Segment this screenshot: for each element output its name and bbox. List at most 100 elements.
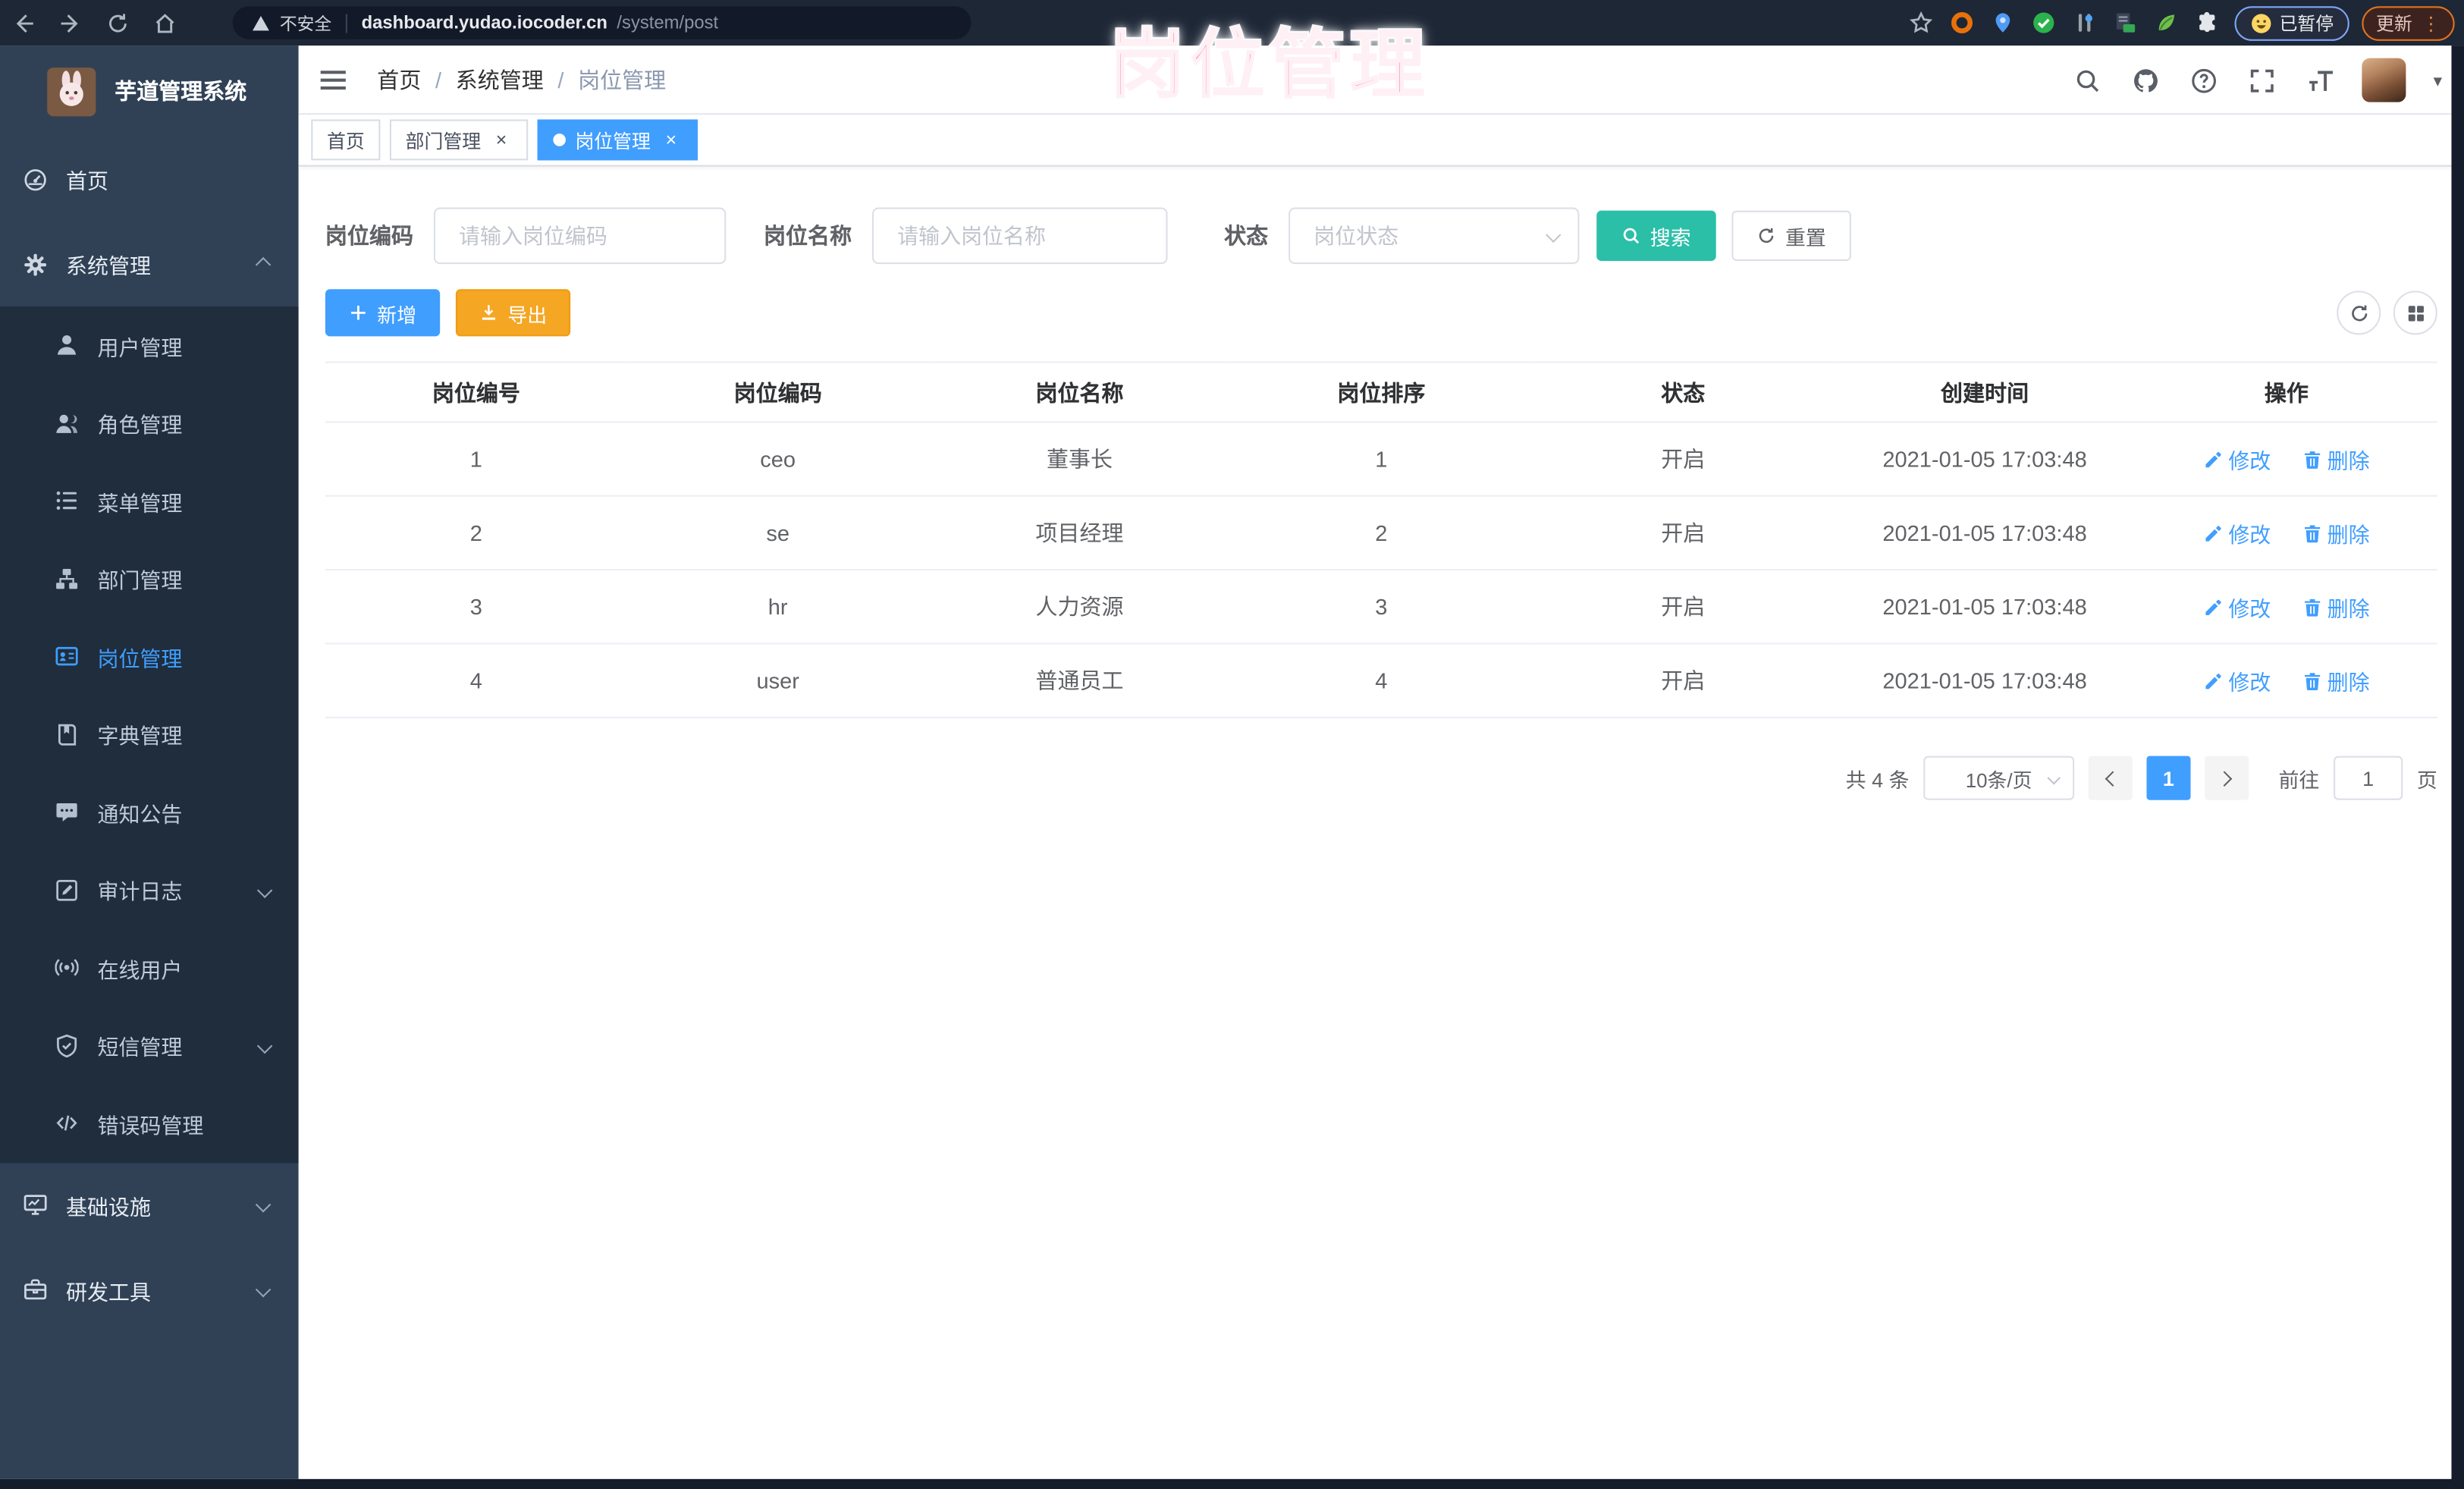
extension-sliders-icon[interactable] bbox=[2070, 8, 2098, 36]
sidebar-item-notice-mgmt[interactable]: 通知公告 bbox=[0, 773, 299, 851]
edit-label: 修改 bbox=[2228, 671, 2271, 695]
export-button[interactable]: 导出 bbox=[455, 289, 571, 337]
edit-link[interactable]: 修改 bbox=[2203, 443, 2271, 474]
goto-page-input[interactable] bbox=[2334, 755, 2403, 800]
col-post-sort: 岗位排序 bbox=[1230, 362, 1533, 423]
close-icon[interactable]: × bbox=[491, 129, 513, 151]
delete-link[interactable]: 删除 bbox=[2302, 664, 2370, 696]
extensions-puzzle-icon[interactable] bbox=[2193, 8, 2221, 36]
tab-dept-mgmt[interactable]: 部门管理 × bbox=[389, 119, 529, 161]
sidebar-item-audit-log[interactable]: 审计日志 bbox=[0, 851, 299, 929]
search-icon bbox=[1623, 228, 1640, 244]
delete-link[interactable]: 删除 bbox=[2302, 443, 2370, 474]
delete-link[interactable]: 删除 bbox=[2302, 591, 2370, 622]
sidebar-item-dict-mgmt[interactable]: 字典管理 bbox=[0, 696, 299, 774]
pagination: 共 4 条 10条/页 1 前往 页 bbox=[325, 755, 2437, 800]
browser-forward-icon[interactable] bbox=[47, 0, 94, 46]
post-table: 岗位编号 岗位编码 岗位名称 岗位排序 状态 创建时间 操作 1 ceo 董事长… bbox=[325, 361, 2437, 718]
sidebar-item-online-users[interactable]: 在线用户 bbox=[0, 929, 299, 1007]
sidebar-item-menu-mgmt[interactable]: 菜单管理 bbox=[0, 462, 299, 540]
sidebar-item-label: 字典管理 bbox=[97, 724, 183, 749]
page-size-select[interactable]: 10条/页 bbox=[1923, 755, 2075, 800]
sidebar-item-post-mgmt[interactable]: 岗位管理 bbox=[0, 617, 299, 696]
sidebar-item-label: 角色管理 bbox=[97, 413, 183, 438]
app-logo[interactable]: 芋道管理系统 bbox=[0, 46, 299, 137]
next-page-button[interactable] bbox=[2205, 755, 2249, 800]
sidebar-toggle-icon[interactable] bbox=[299, 45, 368, 114]
delete-link[interactable]: 删除 bbox=[2302, 517, 2370, 548]
table-header-row: 岗位编号 岗位编码 岗位名称 岗位排序 状态 创建时间 操作 bbox=[325, 362, 2437, 423]
sidebar-item-dev-tools[interactable]: 研发工具 bbox=[0, 1247, 299, 1332]
tab-post-mgmt[interactable]: 岗位管理 × bbox=[537, 119, 698, 161]
edit-link[interactable]: 修改 bbox=[2203, 591, 2271, 622]
user-avatar[interactable] bbox=[2362, 58, 2407, 102]
sidebar-item-infra[interactable]: 基础设施 bbox=[0, 1162, 299, 1247]
paused-badge[interactable]: 已暂停 bbox=[2233, 5, 2349, 40]
table-row: 4 user 普通员工 4 开启 2021-01-05 17:03:48 修改 … bbox=[325, 643, 2437, 718]
browser-home-icon[interactable] bbox=[141, 0, 188, 46]
sidebar-item-user-mgmt[interactable]: 用户管理 bbox=[0, 306, 299, 385]
security-label: 不安全 bbox=[279, 14, 332, 34]
browser-menu-icon[interactable]: ⋮ bbox=[2422, 12, 2440, 34]
sidebar-item-dept-mgmt[interactable]: 部门管理 bbox=[0, 540, 299, 618]
search-button[interactable]: 搜索 bbox=[1596, 210, 1716, 261]
extension-pin-icon[interactable] bbox=[1988, 8, 2017, 36]
extension-leaf-icon[interactable] bbox=[2152, 8, 2180, 36]
sidebar-item-error-code[interactable]: 错误码管理 bbox=[0, 1085, 299, 1163]
status-select-input[interactable] bbox=[1288, 207, 1580, 265]
extension-check-icon[interactable] bbox=[2029, 8, 2058, 36]
browser-back-icon[interactable] bbox=[0, 0, 47, 46]
edit-link[interactable]: 修改 bbox=[2203, 664, 2271, 696]
edit-label: 修改 bbox=[2228, 597, 2271, 621]
help-icon[interactable] bbox=[2188, 64, 2219, 96]
caret-down-icon[interactable]: ▾ bbox=[2434, 70, 2442, 90]
sidebar-item-label: 首页 bbox=[66, 169, 108, 193]
github-icon[interactable] bbox=[2130, 64, 2161, 96]
cell-actions: 修改 删除 bbox=[2135, 570, 2437, 645]
extension-gtm-icon[interactable] bbox=[2111, 8, 2139, 36]
filter-name-input[interactable] bbox=[872, 207, 1168, 265]
sidebar-item-role-mgmt[interactable]: 角色管理 bbox=[0, 385, 299, 463]
col-post-id: 岗位编号 bbox=[325, 362, 627, 423]
extension-orange-icon[interactable] bbox=[1948, 8, 1976, 36]
delete-label: 删除 bbox=[2327, 449, 2370, 473]
font-size-icon[interactable] bbox=[2305, 64, 2336, 96]
current-page[interactable]: 1 bbox=[2146, 755, 2191, 800]
edit-link[interactable]: 修改 bbox=[2203, 517, 2271, 548]
close-icon[interactable]: × bbox=[660, 129, 682, 151]
cell-sort: 2 bbox=[1230, 495, 1533, 571]
update-label: 更新 bbox=[2376, 14, 2412, 34]
sidebar-item-system[interactable]: 系统管理 bbox=[0, 221, 299, 306]
breadcrumb: 首页 / 系统管理 / 岗位管理 bbox=[377, 64, 666, 95]
browser-reload-icon[interactable] bbox=[94, 0, 141, 46]
breadcrumb-system[interactable]: 系统管理 bbox=[456, 64, 544, 95]
chevron-down-icon bbox=[2047, 771, 2061, 785]
fullscreen-icon[interactable] bbox=[2246, 64, 2277, 96]
filter-code-input[interactable] bbox=[433, 207, 727, 265]
sidebar-item-label: 基础设施 bbox=[66, 1195, 151, 1219]
chrome-update-button[interactable]: 更新 ⋮ bbox=[2362, 5, 2455, 40]
pencil-icon bbox=[2205, 525, 2221, 541]
audit-log-icon bbox=[56, 879, 77, 901]
total-count: 共 4 条 bbox=[1845, 768, 1910, 792]
cell-name: 普通员工 bbox=[928, 643, 1231, 718]
address-bar[interactable]: 不安全 dashboard.yudao.iocoder.cn/system/po… bbox=[232, 6, 971, 39]
sidebar: 芋道管理系统 首页 系统管理 用户管理 角色管理 菜单管理 部门管理 岗位管理 … bbox=[0, 46, 299, 1479]
cell-sort: 1 bbox=[1230, 422, 1533, 497]
add-button[interactable]: 新增 bbox=[325, 289, 441, 337]
divider bbox=[345, 13, 347, 33]
trash-icon bbox=[2304, 598, 2321, 616]
sidebar-item-home[interactable]: 首页 bbox=[0, 137, 299, 221]
reset-button[interactable]: 重置 bbox=[1731, 210, 1851, 261]
sidebar-item-sms-mgmt[interactable]: 短信管理 bbox=[0, 1007, 299, 1085]
prev-page-button[interactable] bbox=[2088, 755, 2133, 800]
toolbox-icon bbox=[24, 1279, 47, 1300]
refresh-table-icon[interactable] bbox=[2337, 291, 2381, 335]
filter-status-select[interactable] bbox=[1288, 207, 1580, 265]
search-icon[interactable] bbox=[2072, 64, 2103, 96]
chevron-down-icon bbox=[255, 1197, 272, 1213]
tab-home[interactable]: 首页 bbox=[311, 119, 381, 161]
bookmark-star-icon[interactable] bbox=[1907, 8, 1935, 36]
column-settings-icon[interactable] bbox=[2393, 291, 2437, 335]
breadcrumb-home[interactable]: 首页 bbox=[377, 64, 421, 95]
